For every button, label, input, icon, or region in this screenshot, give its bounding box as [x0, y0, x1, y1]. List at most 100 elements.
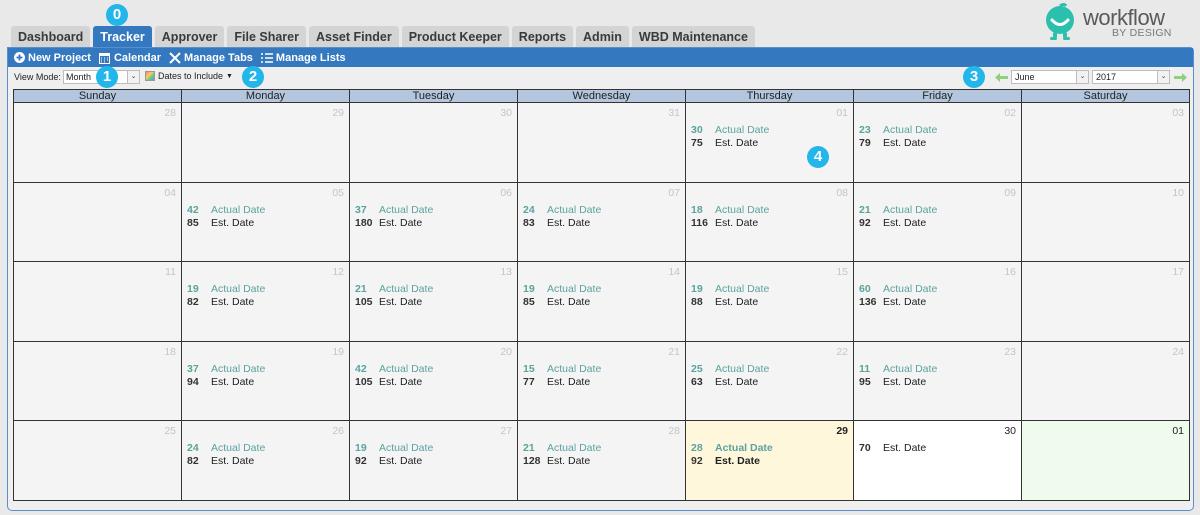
- est-date-entry[interactable]: 95 Est. Date: [859, 376, 937, 389]
- actual-date-entry[interactable]: 42 Actual Date: [187, 204, 265, 217]
- calendar-day-cell[interactable]: 11: [13, 261, 182, 342]
- day-number: 29: [332, 107, 344, 119]
- est-date-entry[interactable]: 94 Est. Date: [187, 376, 265, 389]
- est-date-entry[interactable]: 63 Est. Date: [691, 376, 769, 389]
- est-date-entry[interactable]: 105 Est. Date: [355, 376, 433, 389]
- dates-to-include-dropdown[interactable]: Dates to Include ▼: [145, 71, 233, 81]
- actual-date-entry[interactable]: 37 Actual Date: [187, 363, 265, 376]
- calendar-day-cell[interactable]: 18: [13, 340, 182, 421]
- actual-date-entry[interactable]: 21 Actual Date: [859, 204, 937, 217]
- est-date-entry[interactable]: 88 Est. Date: [691, 296, 769, 309]
- actual-date-entry[interactable]: 19 Actual Date: [523, 283, 601, 296]
- calendar-day-cell[interactable]: 10: [1021, 181, 1190, 262]
- actual-date-entry[interactable]: 25 Actual Date: [691, 363, 769, 376]
- calendar-day-cell[interactable]: 14 19 Actual Date 85 Est. Date: [517, 261, 686, 342]
- actual-date-entry[interactable]: 42 Actual Date: [355, 363, 433, 376]
- calendar-day-cell[interactable]: 19 37 Actual Date 94 Est. Date: [181, 340, 350, 421]
- est-date-entry[interactable]: 79 Est. Date: [859, 137, 937, 150]
- est-date-entry[interactable]: 85 Est. Date: [523, 296, 601, 309]
- tab-wbd-maintenance[interactable]: WBD Maintenance: [631, 26, 755, 47]
- actual-date-entry[interactable]: 11 Actual Date: [859, 363, 937, 376]
- calendar-day-cell[interactable]: 21 15 Actual Date 77 Est. Date: [517, 340, 686, 421]
- actual-date-entry[interactable]: 37 Actual Date: [355, 204, 433, 217]
- calendar-day-cell[interactable]: 16 60 Actual Date 136 Est. Date: [853, 261, 1022, 342]
- calendar-day-cell[interactable]: 01: [1021, 420, 1190, 501]
- est-date-entry[interactable]: 70 Est. Date: [859, 442, 926, 455]
- calendar-day-cell[interactable]: 27 19 Actual Date 92 Est. Date: [349, 420, 518, 501]
- calendar-day-cell[interactable]: 15 19 Actual Date 88 Est. Date: [685, 261, 854, 342]
- actual-date-entry[interactable]: 19 Actual Date: [691, 283, 769, 296]
- calendar-day-cell[interactable]: 29 28 Actual Date 92 Est. Date: [685, 420, 854, 501]
- actual-date-entry[interactable]: 19 Actual Date: [187, 283, 265, 296]
- calendar-day-cell[interactable]: 08 18 Actual Date 116 Est. Date: [685, 181, 854, 262]
- actual-date-entry[interactable]: 24 Actual Date: [523, 204, 601, 217]
- tab-tracker[interactable]: Tracker: [93, 26, 152, 47]
- calendar-day-cell[interactable]: 09 21 Actual Date 92 Est. Date: [853, 181, 1022, 262]
- est-date-entry[interactable]: 82 Est. Date: [187, 455, 265, 468]
- calendar-day-cell[interactable]: 04: [13, 181, 182, 262]
- est-date-entry[interactable]: 77 Est. Date: [523, 376, 601, 389]
- actual-date-entry[interactable]: 19 Actual Date: [355, 442, 433, 455]
- calendar-day-cell[interactable]: 30 70 Est. Date: [853, 420, 1022, 501]
- calendar-day-cell[interactable]: 20 42 Actual Date 105 Est. Date: [349, 340, 518, 421]
- calendar-day-cell[interactable]: 01 30 Actual Date 75 Est. Date: [685, 102, 854, 183]
- calendar-day-cell[interactable]: 12 19 Actual Date 82 Est. Date: [181, 261, 350, 342]
- est-date-entry[interactable]: 136 Est. Date: [859, 296, 937, 309]
- calendar-day-cell[interactable]: 02 23 Actual Date 79 Est. Date: [853, 102, 1022, 183]
- tab-admin[interactable]: Admin: [576, 26, 629, 47]
- new-project-button[interactable]: New Project: [13, 52, 91, 64]
- est-date-entry[interactable]: 92 Est. Date: [859, 217, 937, 230]
- calendar-day-cell[interactable]: 05 42 Actual Date 85 Est. Date: [181, 181, 350, 262]
- calendar-day-cell[interactable]: 17: [1021, 261, 1190, 342]
- calendar-day-cell[interactable]: 23 11 Actual Date 95 Est. Date: [853, 340, 1022, 421]
- tab-approver[interactable]: Approver: [154, 26, 225, 47]
- tab-file-sharer[interactable]: File Sharer: [227, 26, 306, 47]
- calendar-day-cell[interactable]: 25: [13, 420, 182, 501]
- manage-lists-button[interactable]: Manage Lists: [260, 52, 346, 64]
- tab-product-keeper[interactable]: Product Keeper: [401, 26, 509, 47]
- calendar-day-cell[interactable]: 26 24 Actual Date 82 Est. Date: [181, 420, 350, 501]
- est-date-entry[interactable]: 75 Est. Date: [691, 137, 769, 150]
- actual-date-label: Actual Date: [715, 442, 773, 454]
- actual-date-entry[interactable]: 30 Actual Date: [691, 124, 769, 137]
- est-date-entry[interactable]: 85 Est. Date: [187, 217, 265, 230]
- actual-date-entry[interactable]: 24 Actual Date: [187, 442, 265, 455]
- est-date-entry[interactable]: 105 Est. Date: [355, 296, 433, 309]
- calendar-day-cell[interactable]: 03: [1021, 102, 1190, 183]
- tab-dashboard[interactable]: Dashboard: [11, 26, 91, 47]
- calendar-day-cell[interactable]: 22 25 Actual Date 63 Est. Date: [685, 340, 854, 421]
- next-month-button[interactable]: [1173, 71, 1187, 83]
- calendar-day-cell[interactable]: 28: [13, 102, 182, 183]
- actual-date-entry[interactable]: 23 Actual Date: [859, 124, 937, 137]
- calendar-day-cell[interactable]: 06 37 Actual Date 180 Est. Date: [349, 181, 518, 262]
- est-date-label: Est. Date: [883, 442, 927, 454]
- actual-date-entry[interactable]: 15 Actual Date: [523, 363, 601, 376]
- est-date-entry[interactable]: 128 Est. Date: [523, 455, 601, 468]
- calendar-day-cell[interactable]: 07 24 Actual Date 83 Est. Date: [517, 181, 686, 262]
- calendar-day-cell[interactable]: 29: [181, 102, 350, 183]
- actual-date-entry[interactable]: 21 Actual Date: [523, 442, 601, 455]
- calendar-day-cell[interactable]: 13 21 Actual Date 105 Est. Date: [349, 261, 518, 342]
- est-date-entry[interactable]: 83 Est. Date: [523, 217, 601, 230]
- manage-tabs-button[interactable]: Manage Tabs: [169, 52, 253, 64]
- actual-date-entry[interactable]: 28 Actual Date: [691, 442, 773, 455]
- month-select[interactable]: June ⌄: [1011, 70, 1089, 84]
- calendar-button[interactable]: Calendar: [99, 52, 161, 64]
- calendar-day-cell[interactable]: 31: [517, 102, 686, 183]
- previous-month-button[interactable]: [994, 71, 1008, 83]
- est-date-label: Est. Date: [547, 455, 591, 467]
- est-date-entry[interactable]: 92 Est. Date: [691, 455, 773, 468]
- est-date-entry[interactable]: 92 Est. Date: [355, 455, 433, 468]
- actual-date-entry[interactable]: 18 Actual Date: [691, 204, 769, 217]
- est-date-entry[interactable]: 116 Est. Date: [691, 217, 769, 230]
- calendar-day-cell[interactable]: 24: [1021, 340, 1190, 421]
- year-select[interactable]: 2017 ⌄: [1092, 70, 1170, 84]
- est-date-entry[interactable]: 82 Est. Date: [187, 296, 265, 309]
- est-date-entry[interactable]: 180 Est. Date: [355, 217, 433, 230]
- calendar-day-cell[interactable]: 30: [349, 102, 518, 183]
- tab-asset-finder[interactable]: Asset Finder: [308, 26, 399, 47]
- tab-reports[interactable]: Reports: [511, 26, 574, 47]
- calendar-day-cell[interactable]: 28 21 Actual Date 128 Est. Date: [517, 420, 686, 501]
- actual-date-entry[interactable]: 60 Actual Date: [859, 283, 937, 296]
- actual-date-entry[interactable]: 21 Actual Date: [355, 283, 433, 296]
